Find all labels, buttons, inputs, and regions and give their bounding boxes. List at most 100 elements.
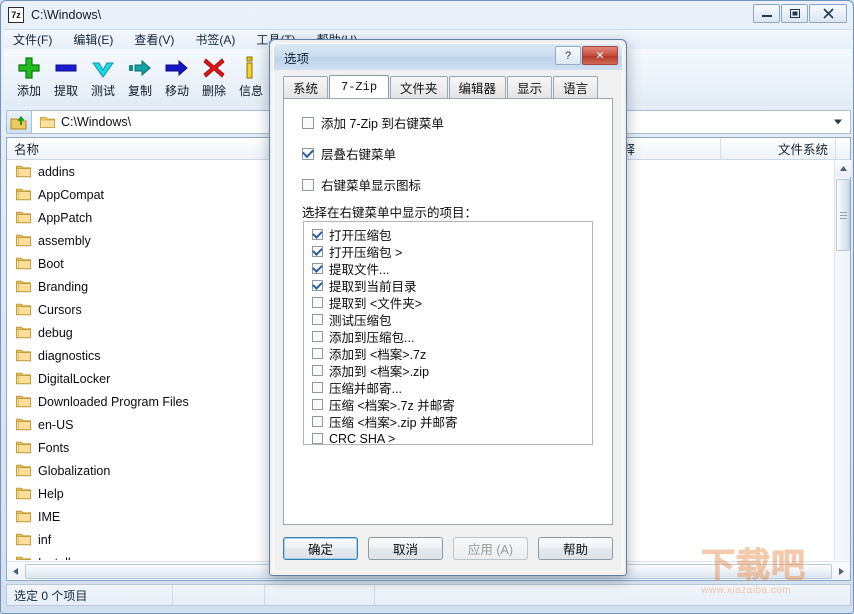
delete-x-icon	[202, 55, 226, 81]
toolbar-button-extract[interactable]: 提取	[49, 52, 83, 99]
maximize-icon[interactable]	[781, 4, 808, 23]
list-item[interactable]: 压缩并邮寄...	[312, 379, 592, 396]
folder-icon	[16, 395, 31, 408]
toolbar-label-extract: 提取	[53, 84, 78, 98]
folder-icon	[16, 165, 31, 178]
list-item[interactable]: 打开压缩包	[312, 226, 592, 243]
checkbox-cascaded-menu[interactable]	[302, 147, 314, 160]
list-item-checkbox[interactable]	[312, 348, 323, 359]
list-item[interactable]: 提取文件...	[312, 260, 592, 277]
list-item[interactable]: 提取到 <文件夹>	[312, 294, 592, 311]
file-name: AppCompat	[38, 187, 105, 202]
toolbar-button-test[interactable]: 测试	[86, 52, 120, 99]
list-item[interactable]: CRC SHA >	[312, 430, 592, 444]
toolbar-label-test: 测试	[90, 84, 115, 98]
tab-editor[interactable]: 编辑器	[448, 76, 507, 98]
file-name: AppPatch	[38, 210, 93, 225]
list-item-checkbox[interactable]	[312, 331, 323, 342]
toolbar-button-move[interactable]: 移动	[160, 52, 194, 99]
menu-item-file[interactable]: 文件(F)	[13, 31, 52, 48]
list-item[interactable]: 添加到 <档案>.zip	[312, 362, 592, 379]
scroll-left-icon[interactable]	[7, 562, 24, 580]
chevron-down-icon[interactable]	[834, 119, 842, 125]
minimize-icon[interactable]	[753, 4, 780, 23]
file-name: Globalization	[38, 463, 111, 478]
help-icon[interactable]: ?	[555, 46, 581, 65]
list-item[interactable]: 添加到压缩包...	[312, 328, 592, 345]
list-item-checkbox[interactable]	[312, 246, 323, 257]
tab-panel-7zip: 添加 7-Zip 到右键菜单 层叠右键菜单 右键菜单显示图标 选择在右键菜单中显…	[283, 98, 613, 525]
folder-icon	[16, 464, 31, 477]
tab-system[interactable]: 系统	[283, 76, 329, 98]
file-name: debug	[38, 325, 73, 340]
list-item-checkbox[interactable]	[312, 433, 323, 444]
list-item-checkbox[interactable]	[312, 399, 323, 410]
seven-zip-window: 7z C:\Windows\ 文件(F) 编辑(E) 查看(V) 书签(A) 工…	[0, 0, 854, 614]
list-item[interactable]: 压缩 <档案>.zip 并邮寄	[312, 413, 592, 430]
list-item-checkbox[interactable]	[312, 314, 323, 325]
up-folder-icon[interactable]	[6, 110, 32, 134]
context-menu-items-list[interactable]: 打开压缩包 打开压缩包 > 提取文件... 提取到当前目录 提取到 <文件夹> 测试压缩包…	[303, 221, 593, 445]
list-item-checkbox[interactable]	[312, 229, 323, 240]
window-title: C:\Windows\	[31, 7, 102, 22]
checkbox-add-to-context-menu[interactable]	[302, 116, 314, 129]
checkbox-row-show-icons[interactable]: 右键菜单显示图标	[302, 175, 612, 194]
checkbox-row-add-to-context-menu[interactable]: 添加 7-Zip 到右键菜单	[302, 113, 612, 132]
checkbox-show-icons[interactable]	[302, 178, 314, 191]
menu-item-bookmark[interactable]: 书签(A)	[195, 31, 235, 48]
file-name: diagnostics	[38, 348, 101, 363]
menu-item-edit[interactable]: 编辑(E)	[73, 31, 113, 48]
toolbar-button-delete[interactable]: 删除	[197, 52, 231, 99]
folder-icon	[16, 234, 31, 247]
list-item-checkbox[interactable]	[312, 263, 323, 274]
file-name: inf	[38, 532, 52, 547]
list-item[interactable]: 提取到当前目录	[312, 277, 592, 294]
list-item[interactable]: 测试压缩包	[312, 311, 592, 328]
toolbar-label-info: 信息	[238, 84, 263, 98]
list-item-checkbox[interactable]	[312, 416, 323, 427]
info-icon	[239, 55, 263, 81]
status-bar: 选定 0 个项目	[6, 584, 851, 606]
context-menu-items-label: 选择在右键菜单中显示的项目：	[302, 206, 478, 220]
file-name: Fonts	[38, 440, 70, 455]
list-item[interactable]: 打开压缩包 >	[312, 243, 592, 260]
list-item[interactable]: 添加到 <档案>.7z	[312, 345, 592, 362]
close-icon[interactable]	[809, 4, 847, 23]
scroll-up-icon[interactable]	[835, 160, 851, 177]
move-arrow-icon	[165, 55, 189, 81]
help-button[interactable]: 帮助	[538, 537, 613, 560]
folder-icon	[16, 188, 31, 201]
tab-display[interactable]: 显示	[507, 76, 553, 98]
checkbox-row-cascaded-menu[interactable]: 层叠右键菜单	[302, 144, 612, 163]
vertical-scroll-thumb[interactable]	[836, 179, 850, 251]
list-item-checkbox[interactable]	[312, 280, 323, 291]
toolbar-button-add[interactable]: 添加	[12, 52, 46, 99]
column-header-filesystem[interactable]: 文件系统	[721, 138, 836, 159]
dialog-close-icon[interactable]: ✕	[582, 46, 618, 65]
copy-arrow-icon	[128, 55, 152, 81]
list-item-checkbox[interactable]	[312, 382, 323, 393]
toolbar-button-copy[interactable]: 复制	[123, 52, 157, 99]
app-icon: 7z	[8, 6, 24, 23]
folder-icon	[16, 533, 31, 546]
vertical-scrollbar[interactable]	[834, 160, 851, 560]
tab-folders[interactable]: 文件夹	[390, 76, 448, 98]
toolbar-label-move: 移动	[164, 84, 189, 98]
status-cell-4	[375, 585, 850, 605]
file-name: Downloaded Program Files	[38, 394, 189, 409]
folder-icon	[40, 116, 55, 128]
toolbar-button-info[interactable]: 信息	[234, 52, 268, 99]
list-item[interactable]: 压缩 <档案>.7z 并邮寄	[312, 396, 592, 413]
menu-item-view[interactable]: 查看(V)	[134, 31, 174, 48]
check-down-icon	[91, 55, 115, 81]
cancel-button[interactable]: 取消	[368, 537, 443, 560]
dialog-title: 选项	[284, 51, 310, 66]
folder-icon	[16, 372, 31, 385]
ok-button[interactable]: 确定	[283, 537, 358, 560]
tab-7zip[interactable]: 7-Zip	[329, 75, 390, 98]
list-item-checkbox[interactable]	[312, 297, 323, 308]
scroll-right-icon[interactable]	[833, 562, 850, 580]
list-item-checkbox[interactable]	[312, 365, 323, 376]
tab-language[interactable]: 语言	[553, 76, 599, 98]
checkbox-label-show-icons: 右键菜单显示图标	[321, 179, 422, 193]
